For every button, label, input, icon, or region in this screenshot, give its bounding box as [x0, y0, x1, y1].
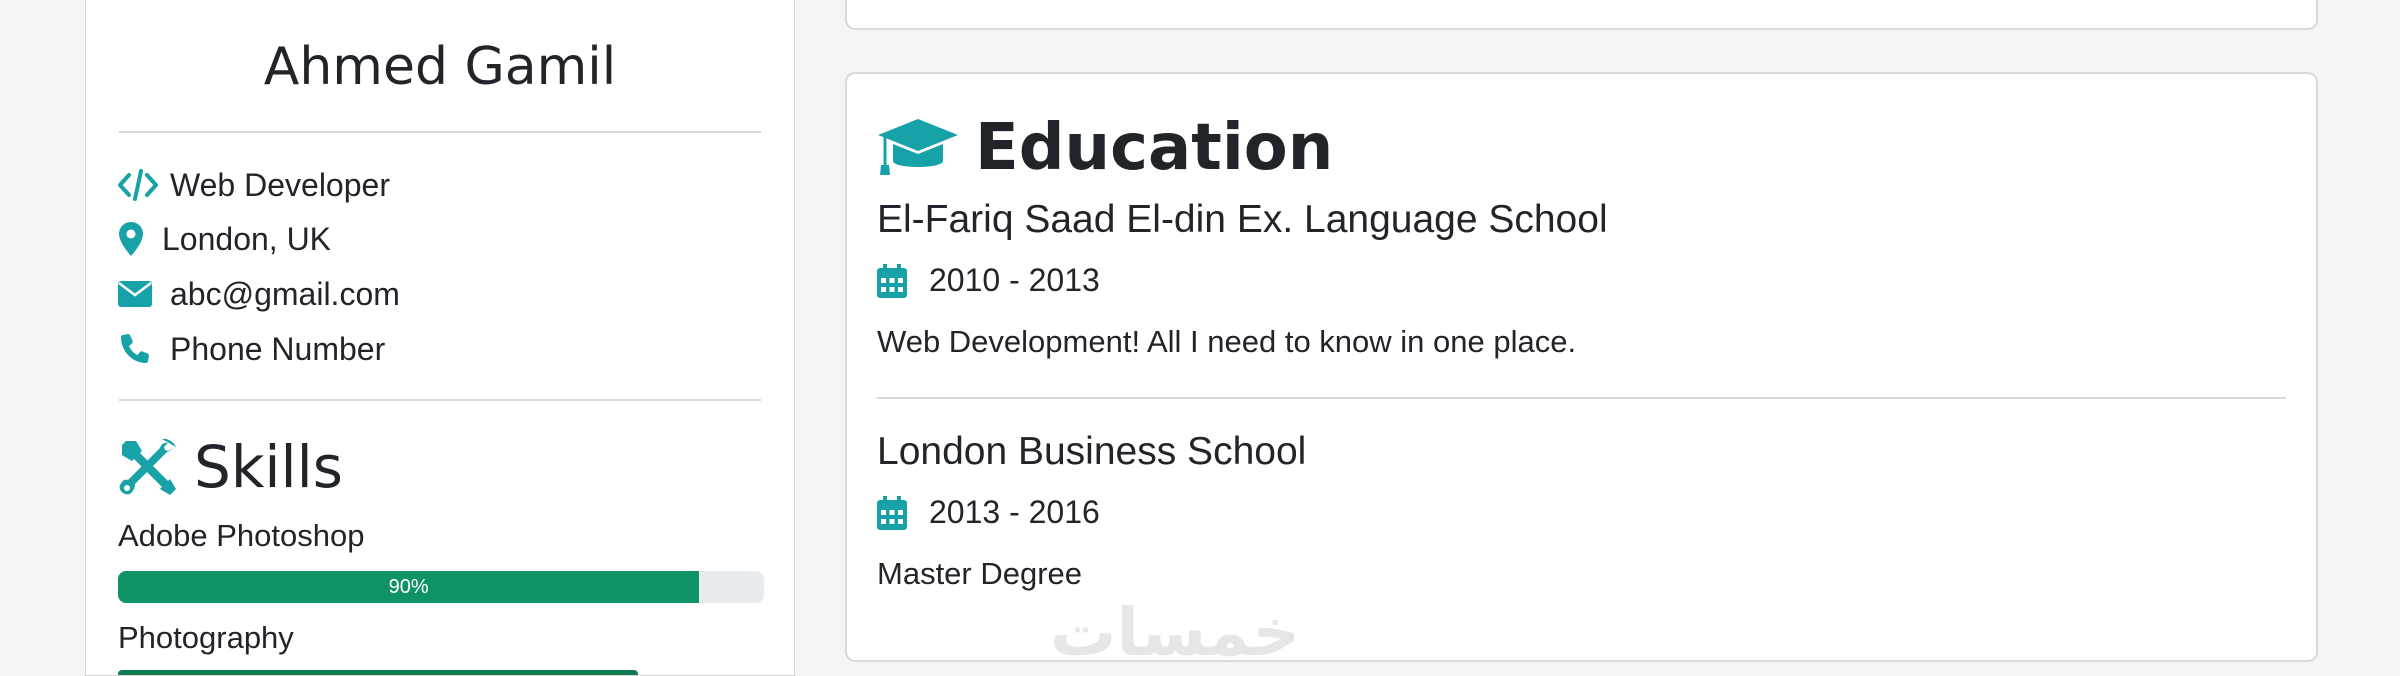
- phone-row: Phone Number: [118, 329, 385, 369]
- email-text[interactable]: abc@gmail.com: [170, 276, 400, 313]
- job-title: Web Developer: [170, 166, 390, 203]
- years-text: 2010 - 2013: [929, 262, 1100, 298]
- school-years: 2010 - 2013: [877, 262, 1100, 299]
- divider: [877, 397, 2286, 399]
- divider: [119, 131, 761, 133]
- location-text: London, UK: [162, 220, 332, 257]
- calendar-icon: [877, 263, 907, 298]
- skill-progress-bar: 90%: [118, 571, 764, 603]
- skill-label: Adobe Photoshop: [118, 518, 365, 553]
- skill-progress-bar: [118, 670, 638, 675]
- school-name: El-Fariq Saad El-din Ex. Language School: [877, 198, 1608, 241]
- years-text: 2013 - 2016: [929, 494, 1100, 530]
- previous-section-card: [845, 0, 2318, 30]
- phone-icon: [118, 329, 158, 369]
- phone-text: Phone Number: [170, 330, 386, 367]
- school-years: 2013 - 2016: [877, 494, 1100, 531]
- skills-heading: Skills: [118, 432, 343, 502]
- calendar-icon: [877, 495, 907, 530]
- graduation-cap-icon: [877, 117, 959, 179]
- profile-card: Ahmed Gamil Web Developer London, UK abc…: [85, 0, 795, 676]
- email-row: abc@gmail.com: [118, 274, 400, 314]
- education-heading: Education: [877, 108, 1333, 188]
- tools-icon: [118, 437, 178, 497]
- envelope-icon: [118, 274, 158, 314]
- school-description: Master Degree: [877, 556, 1083, 591]
- profile-name: Ahmed Gamil: [263, 37, 617, 97]
- skill-label: Photography: [118, 620, 294, 655]
- job-row: Web Developer: [118, 165, 390, 205]
- divider: [119, 399, 761, 401]
- education-card: Education El-Fariq Saad El-din Ex. Langu…: [845, 72, 2318, 662]
- skills-title: Skills: [194, 433, 343, 501]
- watermark: خمسات: [1050, 594, 1301, 671]
- skill-percent: 90%: [388, 575, 429, 598]
- education-title: Education: [975, 111, 1334, 185]
- school-description: Web Development! All I need to know in o…: [877, 324, 1577, 359]
- location-row: London, UK: [118, 219, 331, 259]
- map-marker-icon: [118, 219, 150, 259]
- school-name: London Business School: [877, 430, 1307, 473]
- code-icon: [118, 165, 158, 205]
- skill-progress-fill: 90%: [118, 571, 700, 603]
